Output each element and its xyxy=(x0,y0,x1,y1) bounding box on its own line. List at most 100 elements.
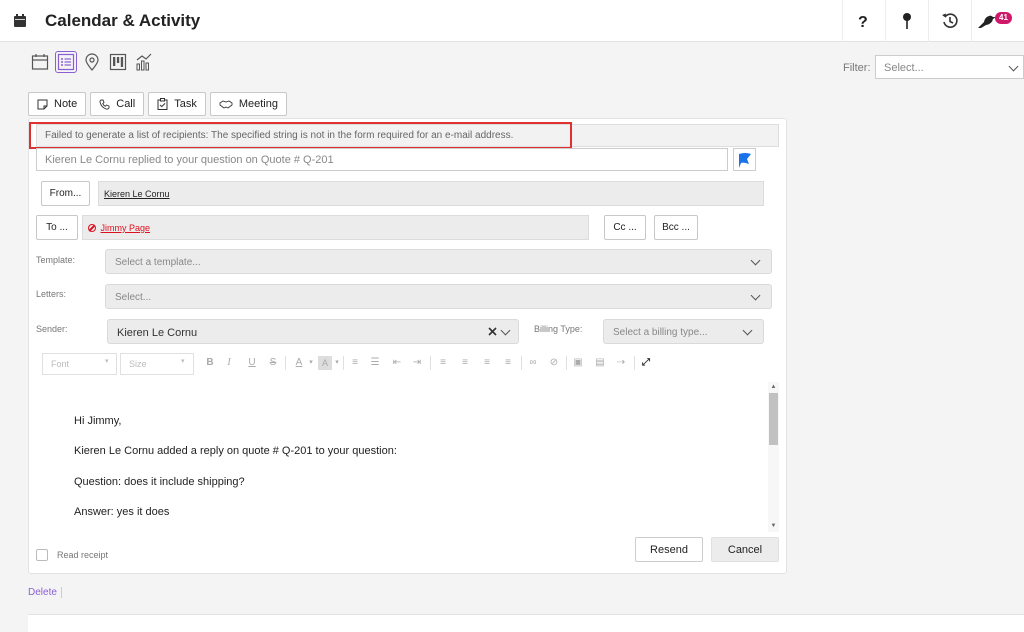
bold-icon[interactable]: B xyxy=(203,356,217,370)
toolbar-divider xyxy=(566,356,567,370)
caret-down-icon[interactable]: ▾ xyxy=(304,356,318,370)
delete-link[interactable]: Delete xyxy=(28,587,57,598)
size-placeholder: Size xyxy=(129,359,147,369)
divider xyxy=(885,0,886,42)
calendar-view-icon[interactable] xyxy=(30,52,50,72)
italic-icon[interactable]: I xyxy=(222,356,236,370)
app-header: Calendar & Activity ? 41 xyxy=(0,0,1024,42)
scrollbar-thumb[interactable] xyxy=(769,393,778,445)
error-highlight-box xyxy=(29,122,572,149)
template-label: Template: xyxy=(36,255,76,265)
scroll-up-icon[interactable]: ▲ xyxy=(769,383,778,391)
numbered-list-icon[interactable]: ≡ xyxy=(348,356,362,370)
read-receipt-checkbox[interactable] xyxy=(36,549,48,561)
letters-select[interactable]: Select... xyxy=(105,284,772,309)
letters-label: Letters: xyxy=(36,289,67,299)
divider xyxy=(61,587,62,598)
help-icon[interactable]: ? xyxy=(850,8,876,34)
svg-text:?: ? xyxy=(858,14,868,29)
caret-down-icon[interactable]: ▾ xyxy=(330,356,344,370)
caret-down-icon: ▾ xyxy=(181,358,185,365)
call-label: Call xyxy=(116,98,136,110)
caret-down-icon: ▾ xyxy=(105,358,109,365)
resend-button[interactable]: Resend xyxy=(635,537,703,562)
divider xyxy=(928,0,929,42)
to-value[interactable]: Jimmy Page xyxy=(101,223,151,233)
chevron-down-icon xyxy=(750,255,761,266)
to-button[interactable]: To ... xyxy=(36,215,78,240)
task-label: Task xyxy=(174,98,197,110)
cancel-button[interactable]: Cancel xyxy=(711,537,779,562)
bcc-button[interactable]: Bcc ... xyxy=(654,215,698,240)
history-icon[interactable] xyxy=(937,8,963,34)
filter-placeholder: Select... xyxy=(884,62,924,74)
read-receipt-label: Read receipt xyxy=(57,550,109,560)
from-button[interactable]: From... xyxy=(41,181,90,206)
scroll-down-icon[interactable]: ▼ xyxy=(769,522,778,530)
chevron-down-icon xyxy=(500,325,511,336)
divider xyxy=(842,0,843,42)
chevron-down-icon xyxy=(742,325,753,336)
filter-select[interactable]: Select... xyxy=(875,55,1024,79)
increase-indent-icon[interactable]: ⇥ xyxy=(410,356,424,370)
toolbar-divider xyxy=(430,356,431,370)
unlink-icon[interactable]: ⊘ xyxy=(547,356,561,370)
cc-button[interactable]: Cc ... xyxy=(604,215,646,240)
font-placeholder: Font xyxy=(51,359,70,369)
align-center-icon[interactable]: ≡ xyxy=(458,356,472,370)
insert-icon[interactable]: ⇢ xyxy=(614,356,628,370)
fullscreen-icon[interactable]: ⤢ xyxy=(639,356,653,370)
billing-type-select[interactable]: Select a billing type... xyxy=(603,319,764,344)
editor-toolbar: Font ▾ Size ▾ B I U S A ▾ A ▾ ≡ ☰ ⇤ ⇥ ≡ … xyxy=(40,353,660,375)
sender-value: Kieren Le Cornu xyxy=(117,327,198,339)
from-field[interactable]: Kieren Le Cornu xyxy=(98,181,764,206)
flag-button[interactable] xyxy=(733,148,756,171)
decrease-indent-icon[interactable]: ⇤ xyxy=(390,356,404,370)
call-button[interactable]: Call xyxy=(90,92,145,116)
justify-icon[interactable]: ≡ xyxy=(501,356,515,370)
clipboard-icon xyxy=(157,98,168,110)
image-icon[interactable]: ▣ xyxy=(571,356,585,370)
toolbar-divider xyxy=(521,356,522,370)
note-icon xyxy=(37,99,48,109)
handshake-icon xyxy=(219,100,233,109)
view-switcher xyxy=(30,51,154,73)
list-view-icon[interactable] xyxy=(55,51,77,73)
size-select[interactable]: Size ▾ xyxy=(120,353,194,375)
body-line: Hi Jimmy, xyxy=(74,415,122,427)
sender-select[interactable]: Kieren Le Cornu xyxy=(107,319,519,344)
clear-icon[interactable] xyxy=(488,327,497,336)
strikethrough-icon[interactable]: S xyxy=(266,356,280,370)
bulleted-list-icon[interactable]: ☰ xyxy=(368,356,382,370)
toolbar-divider xyxy=(343,356,344,370)
divider xyxy=(971,0,972,42)
meeting-label: Meeting xyxy=(238,98,278,110)
message-editor[interactable]: Hi Jimmy, Kieren Le Cornu added a reply … xyxy=(36,380,780,533)
template-placeholder: Select a template... xyxy=(115,257,201,268)
phone-icon xyxy=(99,99,110,110)
billing-type-label: Billing Type: xyxy=(534,324,583,334)
paste-icon[interactable]: ▤ xyxy=(593,356,607,370)
map-view-icon[interactable] xyxy=(82,52,102,72)
task-button[interactable]: Task xyxy=(148,92,206,116)
note-label: Note xyxy=(54,98,78,110)
link-icon[interactable]: ∞ xyxy=(526,356,540,370)
pin-icon[interactable] xyxy=(894,8,920,34)
from-value[interactable]: Kieren Le Cornu xyxy=(104,189,170,199)
align-left-icon[interactable]: ≡ xyxy=(436,356,450,370)
to-field[interactable]: Jimmy Page xyxy=(82,215,589,240)
font-select[interactable]: Font ▾ xyxy=(42,353,117,375)
board-view-icon[interactable] xyxy=(108,52,128,72)
align-right-icon[interactable]: ≡ xyxy=(480,356,494,370)
activity-type-tabs: Note Call Task Meeting xyxy=(28,92,287,116)
flag-icon xyxy=(738,152,751,168)
meeting-button[interactable]: Meeting xyxy=(209,92,287,116)
subject-input[interactable]: Kieren Le Cornu replied to your question… xyxy=(36,148,728,171)
letters-placeholder: Select... xyxy=(115,292,152,303)
chart-view-icon[interactable] xyxy=(134,52,154,72)
underline-icon[interactable]: U xyxy=(245,356,259,370)
chevron-down-icon xyxy=(750,290,761,301)
template-select[interactable]: Select a template... xyxy=(105,249,772,274)
body-line: Question: does it include shipping? xyxy=(74,476,245,488)
note-button[interactable]: Note xyxy=(28,92,87,116)
